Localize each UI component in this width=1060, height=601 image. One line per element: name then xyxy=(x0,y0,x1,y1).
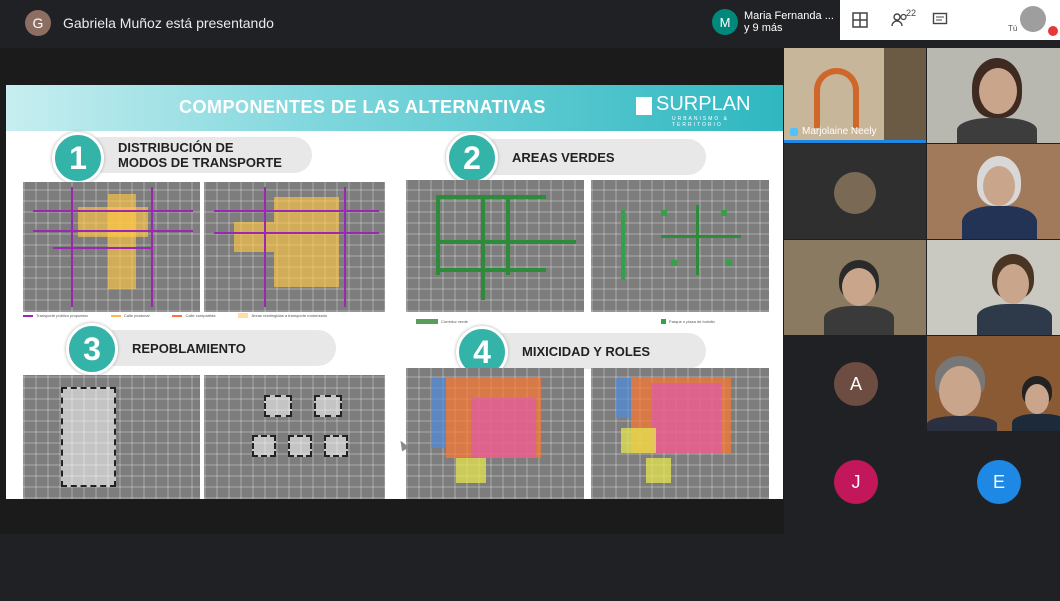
participant-tile-marjolaine[interactable]: Marjolaine Neely xyxy=(784,48,926,143)
people-count: 22 xyxy=(905,8,916,18)
participant-tile-2[interactable] xyxy=(927,48,1060,143)
presenter-banner: G Gabriela Muñoz está presentando xyxy=(25,10,274,36)
map-transport-b xyxy=(204,182,385,312)
section-3-number: 3 xyxy=(66,323,118,375)
speaking-icon xyxy=(790,127,798,136)
participant-avatar-j: J xyxy=(834,460,878,504)
participant-tile-8[interactable] xyxy=(927,336,1060,431)
chat-icon[interactable] xyxy=(920,0,960,40)
layout-icon[interactable] xyxy=(840,0,880,40)
map-transport-a xyxy=(23,182,200,312)
meeting-toolbar: 22 Tú xyxy=(840,0,1060,40)
map-mixed-use-b xyxy=(591,368,769,499)
section-4-label: MIXICIDAD Y ROLES xyxy=(486,333,706,369)
notification-dot xyxy=(1048,26,1058,36)
participant-avatar-e: E xyxy=(977,460,1021,504)
presenter-avatar: G xyxy=(25,10,51,36)
participants-summary-more: y 9 más xyxy=(744,22,783,34)
participant-tile-a[interactable]: A xyxy=(784,336,926,431)
presenter-text: Gabriela Muñoz está presentando xyxy=(63,15,274,31)
section-1-label: DISTRIBUCIÓN DE MODOS DE TRANSPORTE xyxy=(82,137,312,173)
slide-title: COMPONENTES DE LAS ALTERNATIVAS xyxy=(179,97,546,117)
participants-summary-name: Maria Fernanda ... xyxy=(744,10,834,22)
section-2-label: AREAS VERDES xyxy=(476,139,706,175)
participant-avatar-a: A xyxy=(834,362,878,406)
people-icon[interactable]: 22 xyxy=(880,0,920,40)
map-repopulation-a xyxy=(23,375,200,499)
map-green-b xyxy=(591,180,769,312)
self-avatar[interactable] xyxy=(1020,6,1046,32)
participant-tile-3[interactable] xyxy=(784,144,926,239)
participant-name: Marjolaine Neely xyxy=(802,126,877,137)
slide-header: COMPONENTES DE LAS ALTERNATIVAS SURPLAN … xyxy=(6,85,783,131)
self-label: Tú xyxy=(1008,24,1018,33)
participant-grid: Marjolaine Neely A J E xyxy=(784,48,1060,534)
shared-slide: COMPONENTES DE LAS ALTERNATIVAS SURPLAN … xyxy=(6,85,783,499)
map-green-a xyxy=(406,180,584,312)
section-2-number: 2 xyxy=(446,132,498,184)
participant-tile-e[interactable]: E xyxy=(927,432,1060,527)
active-speaker-indicator xyxy=(784,140,926,143)
bottom-area xyxy=(0,534,1060,601)
surplan-logo-icon xyxy=(636,97,652,115)
participant-tile-6[interactable] xyxy=(927,240,1060,335)
participant-tile-4[interactable] xyxy=(927,144,1060,239)
surplan-logo: SURPLAN URBANISMO & TERRITORIO xyxy=(656,93,751,128)
map-repopulation-b xyxy=(204,375,385,499)
participant-tile-j[interactable]: J xyxy=(784,432,926,527)
section-3-label: REPOBLAMIENTO xyxy=(96,330,336,366)
participants-summary[interactable]: M Maria Fernanda ... y 9 más xyxy=(700,4,844,40)
legend-transport: Transporte público propuesto Calle peato… xyxy=(23,313,327,318)
participant-tile-5[interactable] xyxy=(784,240,926,335)
meeting-top-bar: G Gabriela Muñoz está presentando M Mari… xyxy=(0,0,1060,48)
legend-green: Corredor verde Parque o plaza de bolsill… xyxy=(416,319,715,324)
map-mixed-use-a xyxy=(406,368,584,499)
section-1-number: 1 xyxy=(52,132,104,184)
participant-avatar-m: M xyxy=(712,9,738,35)
